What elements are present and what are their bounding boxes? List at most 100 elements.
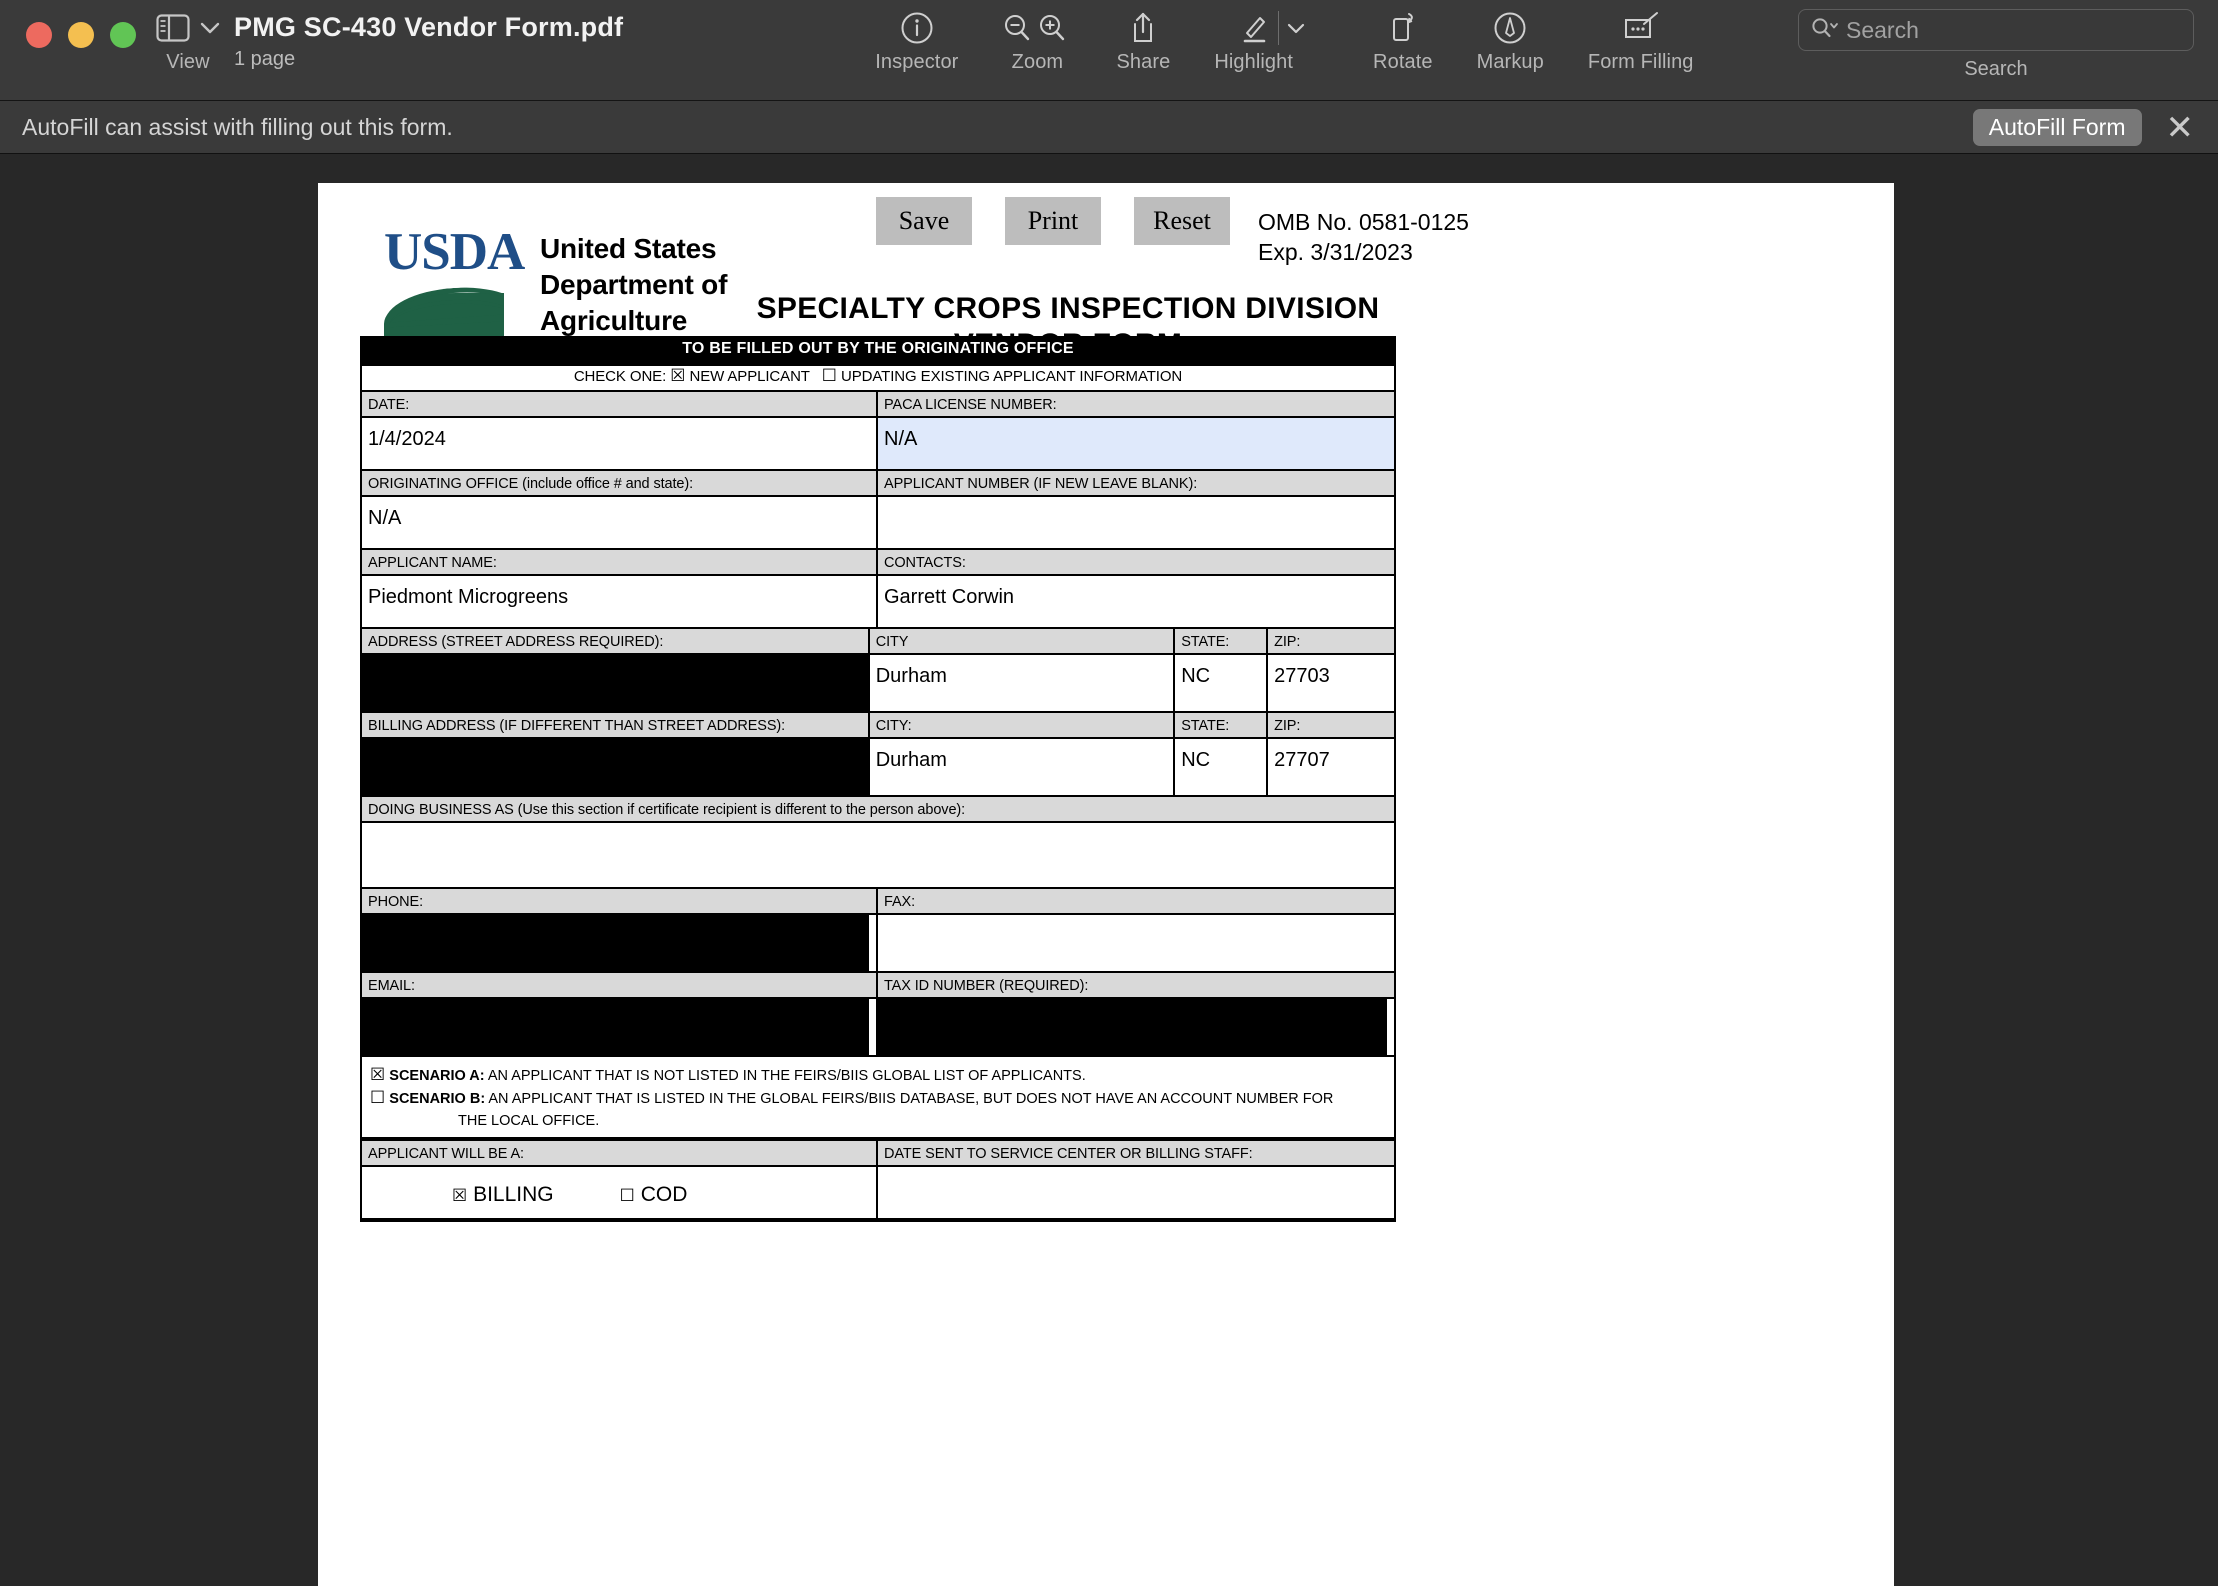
billing-state-label: STATE: xyxy=(1175,713,1269,739)
paca-label: PACA LICENSE NUMBER: xyxy=(878,392,1394,418)
page-title-line-1: SPECIALTY CROPS INSPECTION DIVISION xyxy=(756,292,1380,325)
cod-checkbox[interactable]: ☐ xyxy=(620,1186,635,1206)
autofill-form-button[interactable]: AutoFill Form xyxy=(1972,109,2142,146)
omb-number: OMB No. 0581-0125 xyxy=(1258,209,1469,235)
redaction-block xyxy=(362,739,868,795)
billing-city-label: CITY: xyxy=(869,713,1176,739)
autofill-message: AutoFill can assist with filling out thi… xyxy=(22,113,453,140)
markup-icon xyxy=(1493,9,1527,47)
check-one-row: CHECK ONE: ☒ NEW APPLICANT ☐ UPDATING EX… xyxy=(360,364,1396,392)
highlight-chevron-down-icon[interactable] xyxy=(1287,22,1305,35)
view-toggle-button[interactable]: View xyxy=(150,0,220,74)
document-title-block: PMG SC-430 Vendor Form.pdf 1 page xyxy=(234,0,623,71)
new-applicant-label: NEW APPLICANT xyxy=(689,368,810,385)
scenario-b-checkbox[interactable]: ☐ xyxy=(370,1088,385,1108)
reset-button[interactable]: Reset xyxy=(1134,197,1230,245)
cod-option[interactable]: ☐ COD xyxy=(620,1183,688,1207)
table-row: DOING BUSINESS AS (Use this section if c… xyxy=(360,797,1396,823)
rotate-button[interactable]: Rotate xyxy=(1351,0,1455,74)
vendor-form-table: TO BE FILLED OUT BY THE ORIGINATING OFFI… xyxy=(360,336,1396,1222)
highlight-label: Highlight xyxy=(1214,51,1294,73)
billing-address-value[interactable] xyxy=(362,739,870,797)
applicant-will-be-label: APPLICANT WILL BE A: xyxy=(362,1140,878,1167)
zoom-icon xyxy=(1002,9,1072,47)
updating-applicant-label: UPDATING EXISTING APPLICANT INFORMATION xyxy=(841,368,1183,385)
zip-value[interactable]: 27703 xyxy=(1268,655,1394,713)
check-one-prefix: CHECK ONE: xyxy=(573,368,667,385)
dba-label: DOING BUSINESS AS (Use this section if c… xyxy=(362,797,1394,823)
pdf-canvas[interactable]: USDA United States Department of Agricul… xyxy=(0,154,2218,1586)
dba-value[interactable] xyxy=(362,823,1394,889)
table-row: Piedmont Microgreens Garrett Corwin xyxy=(360,576,1396,629)
scenario-a-name: SCENARIO A: xyxy=(389,1068,485,1084)
scenario-b-row: ☐ SCENARIO B: AN APPLICANT THAT IS LISTE… xyxy=(370,1087,1386,1110)
close-window-button[interactable] xyxy=(26,22,52,48)
scenario-a-checkbox[interactable]: ☒ xyxy=(370,1065,385,1085)
zoom-button[interactable]: Zoom xyxy=(980,0,1094,74)
table-row xyxy=(360,999,1396,1057)
applicant-number-value[interactable] xyxy=(878,497,1394,550)
billing-label: BILLING xyxy=(473,1183,554,1207)
contacts-label: CONTACTS: xyxy=(878,550,1394,576)
toolbar-actions: Inspector Zoom Share Highlight Rotate Ma… xyxy=(853,0,1715,74)
table-row: ADDRESS (STREET ADDRESS REQUIRED): CITY … xyxy=(360,629,1396,655)
billing-zip-value[interactable]: 27707 xyxy=(1268,739,1394,797)
billing-checkbox[interactable]: ☒ xyxy=(452,1186,467,1206)
paca-value[interactable]: N/A xyxy=(878,418,1394,471)
inspector-button[interactable]: Inspector xyxy=(853,0,980,74)
table-row: Durham NC 27703 xyxy=(360,655,1396,713)
updating-applicant-checkbox[interactable]: ☐ xyxy=(822,366,837,386)
phone-value[interactable] xyxy=(362,915,878,973)
minimize-window-button[interactable] xyxy=(68,22,94,48)
originating-office-label: ORIGINATING OFFICE (include office # and… xyxy=(362,471,878,497)
phone-label: PHONE: xyxy=(362,889,878,915)
form-filling-button[interactable]: Form Filling xyxy=(1566,0,1716,74)
maximize-window-button[interactable] xyxy=(110,22,136,48)
redaction-block xyxy=(362,999,869,1055)
highlight-button[interactable]: Highlight xyxy=(1192,0,1351,74)
share-button[interactable]: Share xyxy=(1094,0,1192,74)
omb-info: OMB No. 0581-0125 Exp. 3/31/2023 xyxy=(1258,207,1469,268)
form-filling-icon xyxy=(1621,9,1661,47)
search-icon[interactable] xyxy=(1811,17,1839,44)
markup-label: Markup xyxy=(1476,51,1544,73)
pdf-action-buttons: Save Print Reset xyxy=(876,197,1230,245)
city-value[interactable]: Durham xyxy=(869,655,1176,713)
new-applicant-checkbox[interactable]: ☒ xyxy=(670,366,685,386)
state-value[interactable]: NC xyxy=(1175,655,1269,713)
originating-office-value[interactable]: N/A xyxy=(362,497,878,550)
pdf-page: USDA United States Department of Agricul… xyxy=(318,183,1894,1586)
highlight-icon xyxy=(1238,11,1270,45)
tax-id-value[interactable] xyxy=(878,999,1394,1057)
chevron-down-icon[interactable] xyxy=(200,21,220,35)
table-row: Durham NC 27707 xyxy=(360,739,1396,797)
toolbar-divider xyxy=(1278,11,1280,45)
zoom-label: Zoom xyxy=(1011,51,1064,73)
billing-city-value[interactable]: Durham xyxy=(869,739,1176,797)
search-placeholder: Search xyxy=(1846,16,1919,43)
search-input[interactable]: Search xyxy=(1798,9,2194,51)
table-row: APPLICANT NAME: CONTACTS: xyxy=(360,550,1396,576)
billing-option[interactable]: ☒ BILLING xyxy=(452,1183,554,1207)
print-button[interactable]: Print xyxy=(1005,197,1101,245)
usda-logo: USDA xyxy=(384,225,525,338)
inspector-label: Inspector xyxy=(875,51,959,73)
document-title: PMG SC-430 Vendor Form.pdf xyxy=(234,12,624,42)
close-icon[interactable]: ✕ xyxy=(2160,111,2201,145)
redaction-block xyxy=(878,999,1387,1055)
date-value[interactable]: 1/4/2024 xyxy=(362,418,878,471)
address-value[interactable] xyxy=(362,655,870,713)
search-area: Search Search xyxy=(1796,0,2196,81)
markup-button[interactable]: Markup xyxy=(1455,0,1566,74)
scenario-a-row: ☒ SCENARIO A: AN APPLICANT THAT IS NOT L… xyxy=(370,1064,1386,1087)
rotate-label: Rotate xyxy=(1373,51,1433,73)
fax-value[interactable] xyxy=(878,915,1394,973)
billing-state-value[interactable]: NC xyxy=(1175,739,1269,797)
contacts-value[interactable]: Garrett Corwin xyxy=(878,576,1394,629)
omb-expiration: Exp. 3/31/2023 xyxy=(1258,239,1413,266)
email-value[interactable] xyxy=(362,999,878,1057)
window-toolbar: View PMG SC-430 Vendor Form.pdf 1 page I… xyxy=(0,0,2218,101)
save-button[interactable]: Save xyxy=(876,197,972,245)
applicant-name-value[interactable]: Piedmont Microgreens xyxy=(362,576,878,629)
date-sent-value[interactable] xyxy=(878,1166,1394,1220)
